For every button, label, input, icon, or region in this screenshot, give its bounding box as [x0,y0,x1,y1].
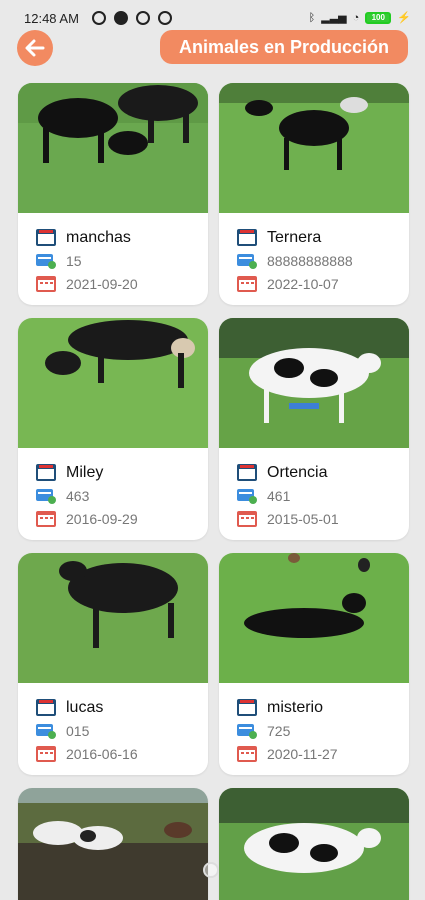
animal-date: 2022-10-07 [267,275,339,292]
animal-code: 015 [66,722,90,739]
app-notification-icon [114,11,128,25]
animal-photo [18,553,208,683]
back-button[interactable] [17,30,53,66]
animal-photo [18,318,208,448]
id-card-icon [36,464,56,481]
animal-photo [219,318,409,448]
animal-name: Miley [66,463,104,481]
tag-icon [36,489,56,504]
animal-code: 725 [267,722,291,739]
animal-date: 2016-06-16 [66,745,138,762]
animal-card[interactable]: misterio 725 2020-11-27 [219,553,409,775]
signal-icon: ▂▃▅ [321,12,347,24]
bluetooth-icon: ᛒ [308,11,316,24]
animal-code: 15 [66,252,82,269]
id-card-icon [237,229,257,246]
charging-icon: ⚡ [397,12,411,24]
animal-card[interactable]: Ternera 88888888888 2022-10-07 [219,83,409,305]
system-icons: ᛒ ▂▃▅ ◔ 100 ⚡ [309,11,411,24]
page-title-text: Animales en Producción [178,36,390,57]
battery-icon: 100 [365,11,392,24]
calendar-icon [36,511,56,527]
animal-name: manchas [66,228,131,246]
calendar-icon [36,276,56,292]
animal-name: misterio [267,698,324,716]
animal-date: 2020-11-27 [267,745,338,762]
id-card-icon [36,699,56,716]
animal-photo [219,553,409,683]
tag-icon [237,254,257,269]
id-card-icon [36,229,56,246]
calendar-icon [237,511,257,527]
animal-photo [219,788,409,900]
animal-name: lucas [66,698,104,716]
tag-icon [36,724,56,739]
animal-photo [18,788,208,900]
wifi-icon: ◔ [352,11,360,24]
animal-card[interactable] [219,788,409,900]
home-gesture-indicator[interactable] [203,862,219,878]
tag-icon [36,254,56,269]
animal-card[interactable]: lucas 015 2016-06-16 [18,553,208,775]
tag-icon [237,489,257,504]
status-time: 12:48 AM [24,11,79,26]
arrow-left-icon [25,39,45,57]
animal-name: Ortencia [267,463,328,481]
app-notification-icon [158,11,172,25]
id-card-icon [237,699,257,716]
calendar-icon [237,276,257,292]
page-title: Animales en Producción [160,30,408,64]
animal-code: 463 [66,487,90,504]
animal-card[interactable]: Ortencia 461 2015-05-01 [219,318,409,540]
animal-date: 2016-09-29 [66,510,138,527]
animal-photo [18,83,208,213]
animal-card[interactable] [18,788,208,900]
animal-date: 2021-09-20 [66,275,138,292]
animal-date: 2015-05-01 [267,510,339,527]
app-notification-icon [136,11,150,25]
alarm-icon [92,11,106,25]
calendar-icon [237,746,257,762]
animal-code: 461 [267,487,291,504]
calendar-icon [36,746,56,762]
id-card-icon [237,464,257,481]
animal-name: Ternera [267,228,322,246]
animal-photo [219,83,409,213]
animal-card[interactable]: manchas 15 2021-09-20 [18,83,208,305]
animal-card[interactable]: Miley 463 2016-09-29 [18,318,208,540]
notification-icons [92,11,172,25]
animal-code: 88888888888 [267,252,353,269]
tag-icon [237,724,257,739]
